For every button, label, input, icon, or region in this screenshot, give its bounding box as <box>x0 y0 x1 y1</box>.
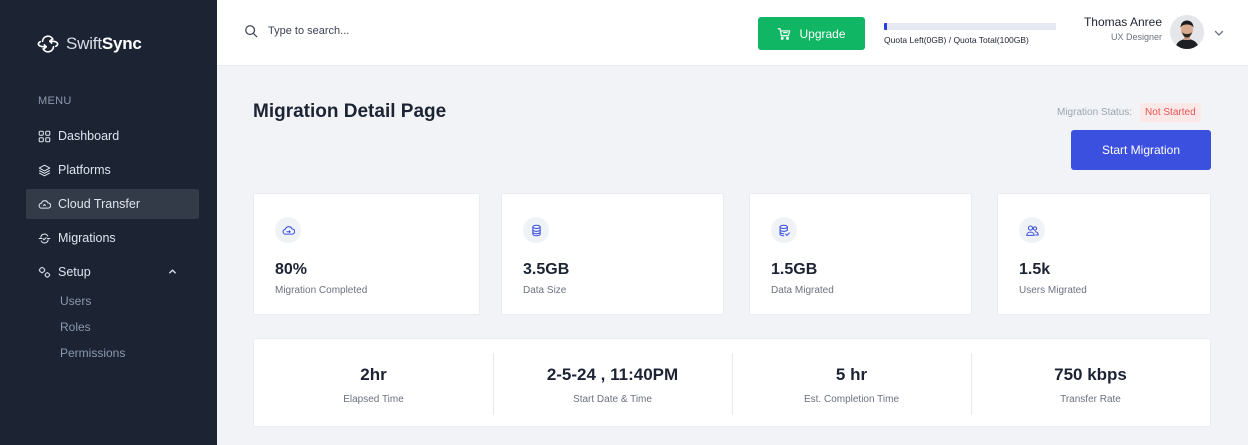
sidebar-subitem-permissions[interactable]: Permissions <box>26 343 199 363</box>
brand-name: SwiftSync <box>66 34 142 53</box>
stat-value: 5 hr <box>835 365 868 384</box>
migration-status-label: Migration Status: <box>1057 107 1133 118</box>
stat-label: Transfer Rate <box>1060 394 1121 405</box>
stat-value: 2-5-24 , 11:40PM <box>546 365 679 384</box>
setup-submenu: Users Roles Permissions <box>26 291 199 363</box>
quota-text: Quota Left(0GB) / Quota Total(100GB) <box>884 35 1029 45</box>
sidebar-subitem-roles[interactable]: Roles <box>26 317 199 337</box>
users-icon <box>1025 225 1039 236</box>
card-value: 1.5GB <box>771 261 818 278</box>
card-label: Data Size <box>523 285 567 296</box>
sidebar-item-cloud-transfer[interactable]: Cloud Transfer <box>26 189 199 219</box>
status-badge: Not Started <box>1140 103 1201 122</box>
card-label: Users Migrated <box>1019 285 1087 296</box>
stat-label: Elapsed Time <box>343 394 404 405</box>
menu-section-label: MENU <box>38 95 72 107</box>
swiftsync-logo-icon <box>37 35 59 53</box>
stat-card-data-migrated: 1.5GB Data Migrated <box>749 193 972 315</box>
sidebar-item-label: Dashboard <box>58 129 120 143</box>
sidebar: SwiftSync MENU Dashboard Platforms Cloud… <box>0 0 217 445</box>
card-icon-wrap <box>1019 217 1045 243</box>
card-value: 80% <box>275 261 308 278</box>
upgrade-button[interactable]: Upgrade <box>758 17 865 50</box>
search-box <box>244 24 528 38</box>
migration-icon <box>38 233 51 243</box>
brand-logo[interactable]: SwiftSync <box>37 30 142 58</box>
card-value: 1.5k <box>1019 261 1051 278</box>
stat-start-date-time: 2-5-24 , 11:40PM Start Date & Time <box>493 339 732 426</box>
user-role: UX Designer <box>1110 32 1162 42</box>
sidebar-item-label: Setup <box>58 265 91 279</box>
stat-value: 2hr <box>360 365 387 384</box>
sidebar-item-migrations[interactable]: Migrations <box>26 223 199 253</box>
search-input[interactable] <box>268 25 528 37</box>
search-icon <box>245 25 258 38</box>
quota-indicator: Quota Left(0GB) / Quota Total(100GB) <box>884 23 1056 45</box>
database-check-icon <box>779 224 790 236</box>
page-title: Migration Detail Page <box>253 101 447 122</box>
stat-transfer-rate: 750 kbps Transfer Rate <box>971 339 1210 426</box>
migration-stats-panel: 2hr Elapsed Time 2-5-24 , 11:40PM Start … <box>253 338 1211 427</box>
chevron-down-icon[interactable] <box>1213 27 1225 39</box>
sidebar-item-label: Platforms <box>58 163 111 177</box>
stat-card-data-size: 3.5GB Data Size <box>501 193 724 315</box>
card-value: 3.5GB <box>523 261 570 278</box>
sidebar-item-setup[interactable]: Setup <box>26 257 199 287</box>
cart-icon <box>778 27 791 40</box>
sidebar-item-platforms[interactable]: Platforms <box>26 155 199 185</box>
card-icon-wrap <box>275 217 301 243</box>
migration-status: Migration Status: Not Started <box>1057 103 1201 122</box>
quota-progress-fill <box>884 23 888 30</box>
card-label: Data Migrated <box>771 285 834 296</box>
stat-label: Est. Completion Time <box>803 394 900 405</box>
stat-elapsed-time: 2hr Elapsed Time <box>254 339 493 426</box>
stat-card-migration-completed: 80% Migration Completed <box>253 193 480 315</box>
sidebar-item-label: Migrations <box>58 231 116 245</box>
stat-est-completion-time: 5 hr Est. Completion Time <box>732 339 971 426</box>
avatar[interactable] <box>1170 15 1204 49</box>
sidebar-nav: Dashboard Platforms Cloud Transfer Migra… <box>26 121 199 369</box>
card-icon-wrap <box>523 217 549 243</box>
layers-icon <box>38 164 51 176</box>
top-header: Upgrade Quota Left(0GB) / Quota Total(10… <box>217 0 1248 66</box>
setup-icon <box>38 266 51 278</box>
stat-value: 750 kbps <box>1054 365 1127 384</box>
start-migration-button[interactable]: Start Migration <box>1071 130 1211 170</box>
user-info[interactable]: Thomas Anree UX Designer <box>1077 15 1162 42</box>
stat-card-users-migrated: 1.5k Users Migrated <box>997 193 1211 315</box>
cloud-icon <box>38 199 51 209</box>
stat-label: Start Date & Time <box>573 394 652 405</box>
card-icon-wrap <box>771 217 797 243</box>
user-avatar-icon <box>1170 15 1204 49</box>
user-name: Thomas Anree <box>1083 15 1162 29</box>
chevron-up-icon[interactable] <box>167 266 178 277</box>
sidebar-item-label: Cloud Transfer <box>58 197 140 211</box>
sidebar-subitem-users[interactable]: Users <box>26 291 199 311</box>
grid-icon <box>38 130 51 142</box>
cloud-sync-icon <box>282 225 295 235</box>
quota-progress-bar <box>884 23 1056 30</box>
card-label: Migration Completed <box>275 285 368 296</box>
upgrade-label: Upgrade <box>799 26 846 41</box>
sidebar-item-dashboard[interactable]: Dashboard <box>26 121 199 151</box>
database-icon <box>531 224 541 236</box>
